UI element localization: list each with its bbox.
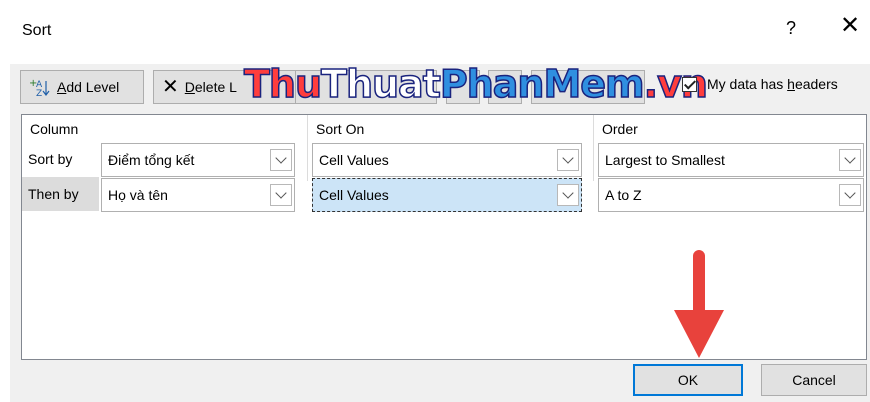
sort-by-column-dropdown[interactable]: Điểm tổng kết <box>101 143 295 177</box>
svg-text:Z: Z <box>36 89 42 97</box>
headers-label: My data has headers <box>707 76 838 92</box>
chevron-down-icon[interactable] <box>557 149 579 171</box>
dropdown-value: A to Z <box>605 187 642 203</box>
sort-levels-grid: Column Sort On Order Sort by Điểm tổng k… <box>21 114 867 360</box>
red-arrow-annotation <box>674 250 724 358</box>
delete-icon: ✕ <box>162 76 179 98</box>
chevron-down-icon[interactable] <box>270 184 292 206</box>
column-divider <box>307 115 308 181</box>
chevron-down-icon[interactable] <box>557 184 579 206</box>
dropdown-value: Cell Values <box>319 152 389 168</box>
dialog-title: Sort <box>22 22 52 39</box>
chevron-down-icon[interactable] <box>839 184 861 206</box>
then-by-column-dropdown[interactable]: Họ và tên <box>101 178 295 212</box>
ok-button[interactable]: OK <box>633 364 743 396</box>
title-bar: Sort ? ✕ <box>10 0 870 64</box>
left-edge <box>0 0 10 402</box>
then-by-sort-on-dropdown[interactable]: Cell Values <box>312 178 582 212</box>
add-level-button[interactable]: + A Z Add Level <box>20 70 144 104</box>
column-header: Column <box>30 121 79 137</box>
add-level-label: Add Level <box>57 79 120 95</box>
dropdown-value: Điểm tổng kết <box>108 152 195 168</box>
sort-by-order-dropdown[interactable]: Largest to Smallest <box>598 143 864 177</box>
close-icon[interactable]: ✕ <box>840 14 860 38</box>
then-by-label[interactable]: Then by <box>22 177 99 211</box>
add-level-icon: + A Z <box>29 78 50 97</box>
sort-dialog: Sort ? ✕ + A Z Add Level ✕ Delete L Thu T… <box>0 0 870 402</box>
dropdown-value: Cell Values <box>319 187 389 203</box>
watermark-logo: Thu Thuat PhanMem .vn <box>243 61 708 107</box>
column-divider <box>593 115 594 181</box>
chevron-down-icon[interactable] <box>839 149 861 171</box>
cancel-button[interactable]: Cancel <box>761 364 867 396</box>
sort-by-sort-on-dropdown[interactable]: Cell Values <box>312 143 582 177</box>
dropdown-value: Họ và tên <box>108 187 168 203</box>
checkbox-checked-icon[interactable] <box>682 76 697 92</box>
dropdown-value: Largest to Smallest <box>605 152 725 168</box>
delete-level-label: Delete L <box>184 79 237 95</box>
order-header: Order <box>602 121 638 137</box>
sort-by-label: Sort by <box>28 151 73 167</box>
help-button[interactable]: ? <box>786 18 796 39</box>
then-by-order-dropdown[interactable]: A to Z <box>598 178 864 212</box>
my-data-has-headers-checkbox[interactable]: My data has headers <box>682 76 838 92</box>
sort-on-header: Sort On <box>316 121 365 137</box>
chevron-down-icon[interactable] <box>270 149 292 171</box>
